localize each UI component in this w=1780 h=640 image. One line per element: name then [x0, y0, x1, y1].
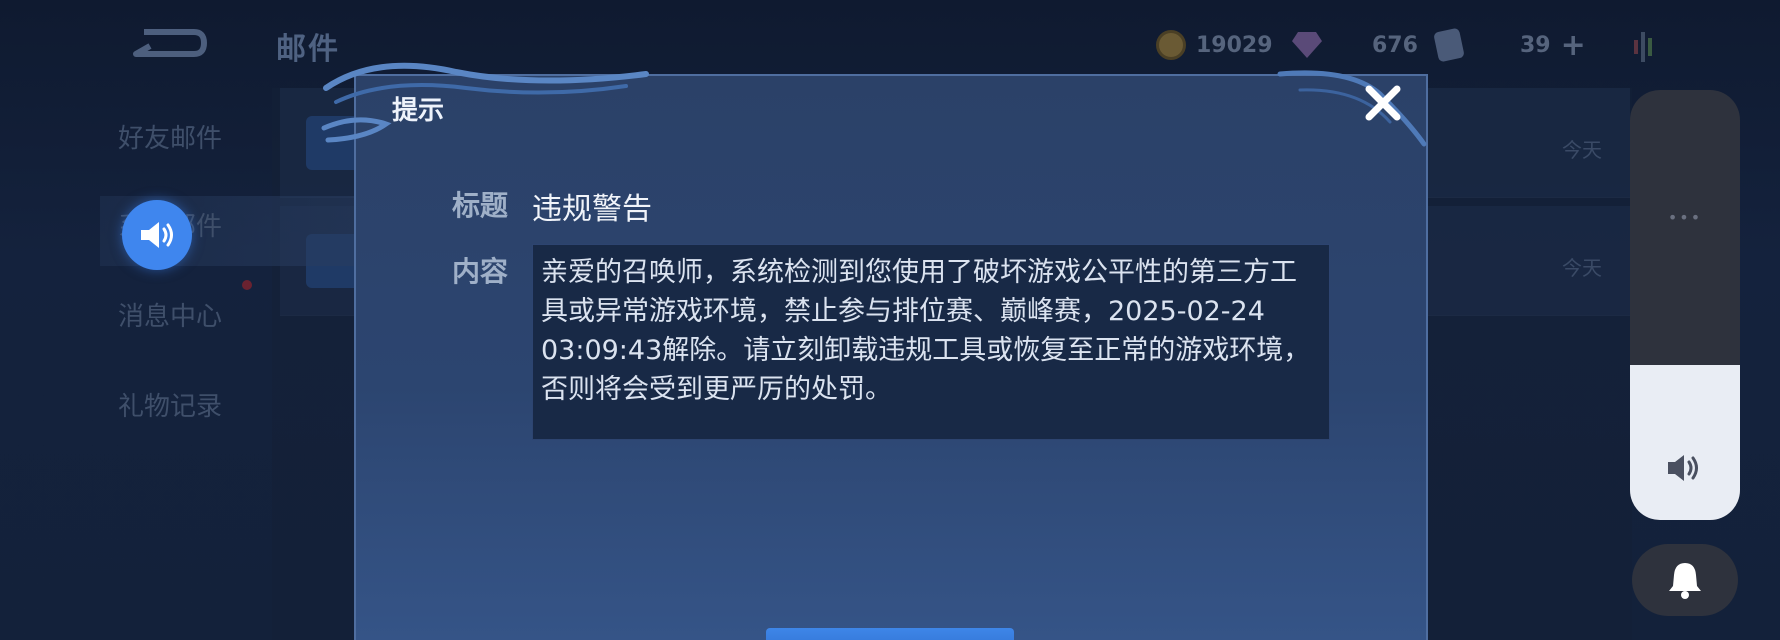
speaker-icon — [1668, 455, 1698, 481]
content-text: 亲爱的召唤师，系统检测到您使用了破坏游戏公平性的第三方工具或异常游戏环境，禁止参… — [541, 257, 1311, 405]
cloud-ornament-icon — [321, 62, 649, 143]
add-plus-icon[interactable]: + — [1561, 28, 1586, 63]
close-button[interactable] — [1360, 80, 1406, 126]
sidebar-item-gift-record[interactable]: 礼物记录 — [118, 386, 222, 423]
close-x-icon — [1365, 85, 1401, 121]
mail-time: 今天 — [1562, 138, 1602, 162]
content-scroll-area[interactable]: 亲爱的召唤师，系统检测到您使用了破坏游戏公平性的第三方工具或异常游戏环境，禁止参… — [532, 244, 1330, 440]
back-arrow-icon[interactable] — [132, 26, 208, 60]
ticket-icon — [1433, 27, 1465, 63]
volume-slider[interactable]: ••• — [1630, 90, 1740, 520]
subject-label: 标题 — [452, 189, 509, 222]
cloud-ornament-icon — [1277, 70, 1427, 147]
notification-dot — [242, 280, 252, 290]
mail-time: 今天 — [1562, 256, 1602, 280]
speaker-icon[interactable] — [122, 200, 192, 270]
ticket-count: 39 — [1520, 32, 1551, 58]
menu-icon[interactable] — [1630, 30, 1656, 64]
sidebar-item-message-center[interactable]: 消息中心 — [118, 296, 222, 333]
confirm-button[interactable] — [766, 628, 1014, 640]
gold-coin-icon — [1156, 30, 1186, 60]
ticket-counter[interactable]: 39 + — [1433, 27, 1586, 63]
coin-counter[interactable]: 19029 — [1156, 28, 1273, 62]
dialog-title: 提示 — [392, 96, 445, 126]
sidebar-item-friend-mail[interactable]: 好友邮件 — [118, 118, 222, 155]
subject-value: 违规警告 — [532, 192, 652, 227]
content-label: 内容 — [452, 255, 509, 288]
bell-icon — [1669, 563, 1701, 599]
diamond-icon — [1292, 32, 1322, 58]
gem-counter[interactable]: 676 — [1292, 28, 1418, 62]
bell-button[interactable] — [1632, 544, 1738, 616]
more-dots-icon[interactable]: ••• — [1630, 208, 1740, 227]
gem-count: 676 — [1372, 32, 1418, 58]
volume-level-fill — [1630, 365, 1740, 520]
coin-count: 19029 — [1196, 32, 1273, 58]
